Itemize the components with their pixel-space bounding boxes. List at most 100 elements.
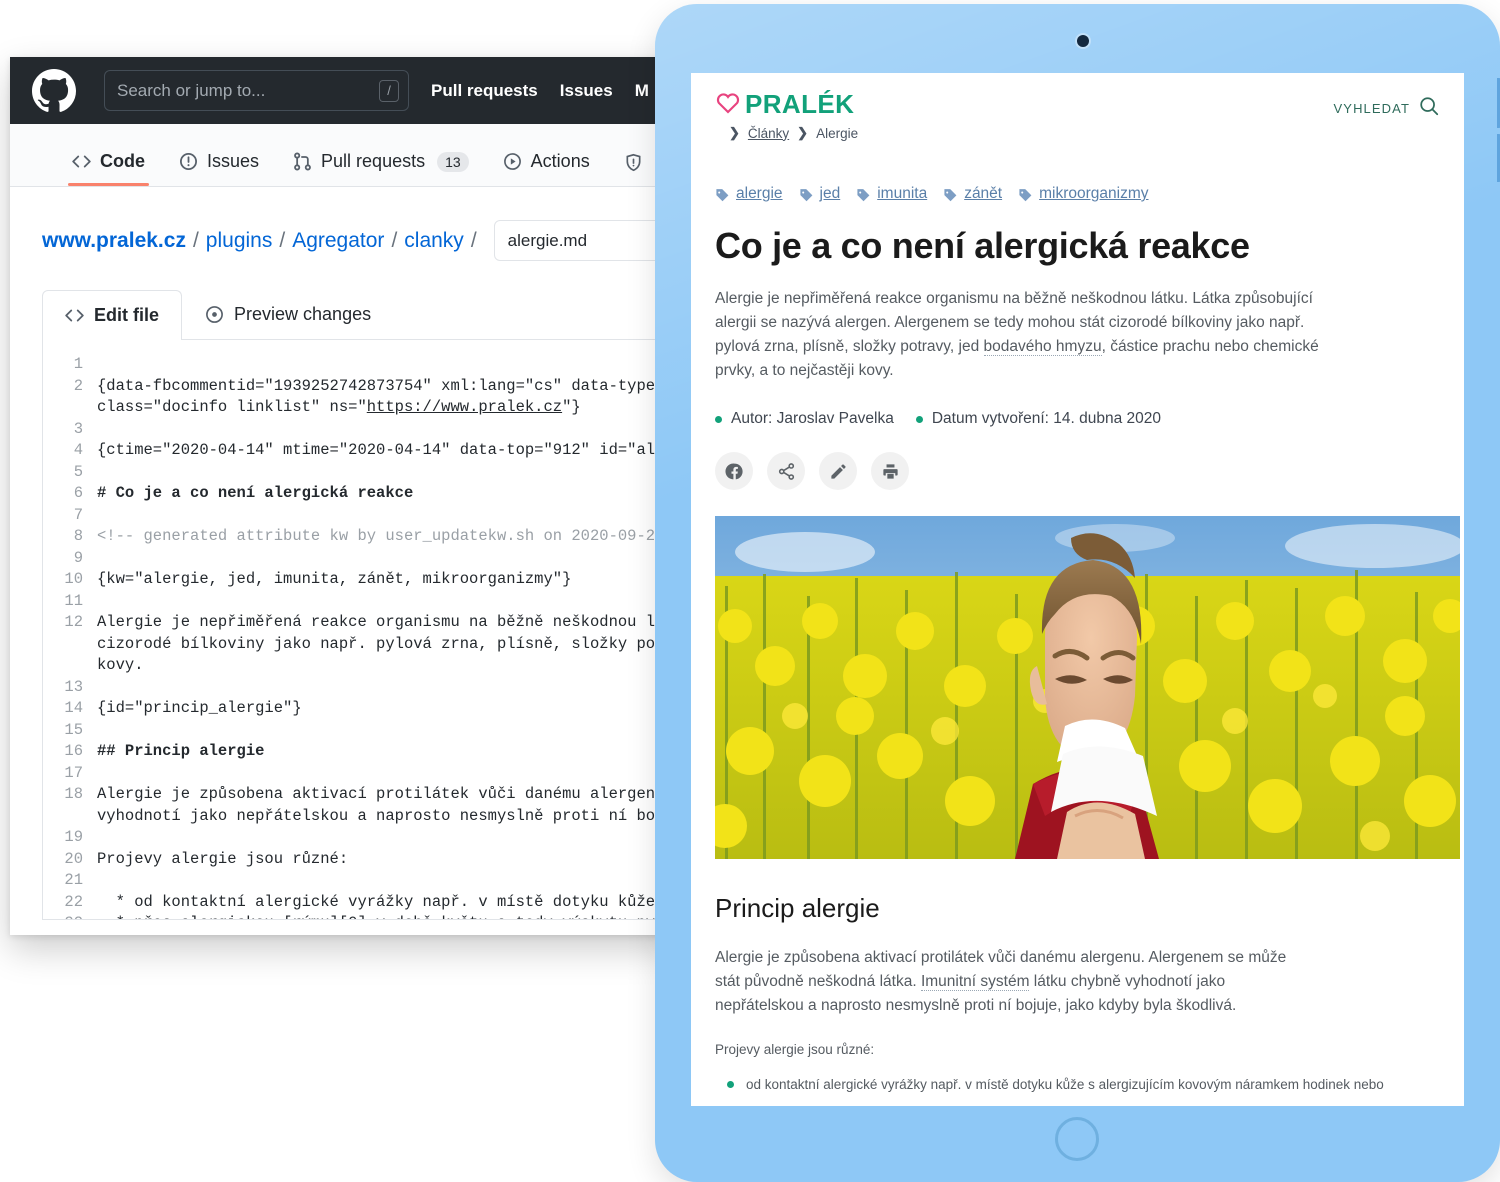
search-placeholder: Search or jump to... <box>117 80 266 100</box>
tab-actions[interactable]: Actions <box>489 151 604 186</box>
site-breadcrumb: ❯ Články ❯ Alergie <box>729 125 858 141</box>
breadcrumb-repo[interactable]: www.pralek.cz <box>42 229 186 253</box>
code-lines[interactable]: 1 2 {data-fbcommentid="1939252742873754" x… <box>43 340 657 919</box>
line-number <box>43 806 97 828</box>
facebook-share-button[interactable] <box>715 452 753 490</box>
issue-opened-icon <box>179 152 198 171</box>
code-line[interactable]: 13 <box>43 677 657 699</box>
meta-date-text: Datum vytvoření: 14. dubna 2020 <box>931 410 1162 427</box>
nav-pull-requests[interactable]: Pull requests <box>431 81 538 101</box>
code-text: {id="princip_alergie"} <box>97 699 302 717</box>
code-line[interactable]: 10 {kw="alergie, jed, imunita, zánět, mik… <box>43 569 657 591</box>
search-icon <box>1418 95 1440 122</box>
code-text: kovy. <box>97 656 144 674</box>
article-image <box>715 516 1460 859</box>
line-number: 21 <box>64 871 83 889</box>
code-line[interactable]: 2 {data-fbcommentid="1939252742873754" xm… <box>43 376 657 398</box>
tab-issues[interactable]: Issues <box>165 151 273 186</box>
code-line[interactable]: 11 <box>43 591 657 613</box>
tag-label[interactable]: jed <box>820 185 841 203</box>
code-line[interactable]: 14 {id="princip_alergie"} <box>43 698 657 720</box>
github-logo-icon[interactable] <box>32 68 76 113</box>
print-button[interactable] <box>871 452 909 490</box>
brand-row[interactable]: PRALÉK <box>715 89 858 120</box>
code-line[interactable]: 7 <box>43 505 657 527</box>
tag-imunita[interactable]: imunita <box>856 185 927 203</box>
tab-edit-file[interactable]: Edit file <box>42 290 183 340</box>
edit-button[interactable] <box>819 452 857 490</box>
code-line[interactable]: 16 ## Princip alergie <box>43 741 657 763</box>
tab-pull-requests[interactable]: Pull requests 13 <box>279 151 483 186</box>
code-line[interactable]: 22 * od kontaktní alergické vyrážky např… <box>43 892 657 914</box>
search-input[interactable]: Search or jump to... / <box>104 70 409 111</box>
nav-issues[interactable]: Issues <box>560 81 613 101</box>
tag-label[interactable]: zánět <box>964 185 1002 203</box>
code-line[interactable]: 9 <box>43 548 657 570</box>
tab-preview-changes[interactable]: Preview changes <box>182 289 394 339</box>
tab-preview-changes-label: Preview changes <box>234 304 372 324</box>
tag-label[interactable]: imunita <box>877 185 927 203</box>
code-line[interactable]: 23 * přes alergickou [rýmu][0] v době kv… <box>43 913 657 919</box>
line-number: 19 <box>64 828 83 846</box>
file-editor[interactable]: 1 2 {data-fbcommentid="1939252742873754" x… <box>42 340 658 920</box>
filename-value: alergie.md <box>507 230 588 250</box>
nav-marketplace-truncated[interactable]: M <box>635 81 649 101</box>
code-line[interactable]: 8 <!-- generated attribute kw by user_upd… <box>43 526 657 548</box>
breadcrumb-clanky[interactable]: Články <box>748 126 789 141</box>
code-line[interactable]: 6 # Co je a co není alergická reakce <box>43 483 657 505</box>
tab-security[interactable] <box>610 153 657 186</box>
tab-code-label: Code <box>100 151 145 171</box>
line-number: 6 <box>73 484 83 502</box>
code-line[interactable]: 18 Alergie je způsobena aktivací protilát… <box>43 784 657 806</box>
tag-zanet[interactable]: zánět <box>943 185 1002 203</box>
code-line[interactable]: 20 Projevy alergie jsou různé: <box>43 849 657 871</box>
line-number: 13 <box>64 677 83 696</box>
line-number <box>43 397 97 419</box>
tag-alergie[interactable]: alergie <box>715 185 783 203</box>
section-title: Princip alergie <box>715 893 880 923</box>
code-line[interactable]: class="docinfo linklist" ns="https://www… <box>43 397 657 419</box>
code-line[interactable]: cizorodé bílkoviny jako např. pylová zrn… <box>43 634 657 656</box>
line-number: 17 <box>64 763 83 782</box>
code-line[interactable]: vyhodnotí jako nepřátelskou a naprosto n… <box>43 806 657 828</box>
code-text: ## Princip alergie <box>97 742 265 760</box>
breadcrumb-agregator[interactable]: Agregator <box>292 229 384 253</box>
tag-jed[interactable]: jed <box>799 185 841 203</box>
tag-icon <box>943 187 958 202</box>
code-line[interactable]: 12 Alergie je nepřiměřená reakce organism… <box>43 612 657 634</box>
code-line[interactable]: 19 <box>43 827 657 849</box>
section-glossary-term[interactable]: Imunitní systém <box>920 973 1030 991</box>
share-button[interactable] <box>767 452 805 490</box>
code-line[interactable]: 3 <box>43 419 657 441</box>
line-number: 20 <box>64 849 83 868</box>
tag-label[interactable]: alergie <box>736 185 783 203</box>
article-action-buttons <box>715 452 1440 490</box>
code-line[interactable]: 4 {ctime="2020-04-14" mtime="2020-04-14" … <box>43 440 657 462</box>
lead-glossary-term[interactable]: bodavého hmyzu <box>983 338 1102 356</box>
breadcrumb-alergie: Alergie <box>816 125 859 141</box>
code-line[interactable]: kovy. <box>43 655 657 677</box>
code-text: class="docinfo linklist" ns="https://www… <box>97 398 581 416</box>
code-url[interactable]: https://www.pralek.cz <box>367 398 562 416</box>
code-line[interactable]: 15 <box>43 720 657 742</box>
tag-mikroorganizmy[interactable]: mikroorganizmy <box>1018 185 1149 203</box>
code-line[interactable]: 1 <box>43 354 657 376</box>
code-line[interactable]: 5 <box>43 462 657 484</box>
tag-label[interactable]: mikroorganizmy <box>1039 185 1148 203</box>
code-line[interactable]: 17 <box>43 763 657 785</box>
code-line[interactable]: 21 <box>43 870 657 892</box>
home-button[interactable] <box>1055 1117 1099 1161</box>
tablet-screen: PRALÉK ❯ Články ❯ Alergie VYHLEDAT alerg… <box>691 73 1464 1106</box>
line-number: 1 <box>73 355 83 373</box>
breadcrumb-plugins[interactable]: plugins <box>206 229 273 253</box>
site-search-button[interactable]: VYHLEDAT <box>1334 89 1440 122</box>
chevron-right-icon: ❯ <box>797 125 809 140</box>
article-meta: Autor: Jaroslav Pavelka Datum vytvoření:… <box>715 410 1440 428</box>
breadcrumb-clanky[interactable]: clanky <box>404 229 464 253</box>
tab-code[interactable]: Code <box>58 151 159 186</box>
site-header: PRALÉK ❯ Články ❯ Alergie VYHLEDAT <box>691 73 1464 141</box>
code-icon <box>72 152 91 171</box>
